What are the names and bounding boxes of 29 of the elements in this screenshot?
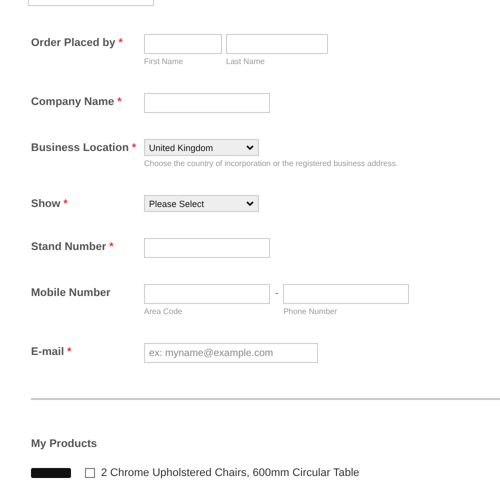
dropdown[interactable]: United Kingdom [144,139,259,156]
checkbox[interactable] [85,468,95,478]
photo-placeholder [31,468,71,478]
field-hint: Choose the country of incorporation or the registered business address. [144,158,398,169]
product-name: 2 Chrome Upholstered Chairs, 600mm Circular Table [101,467,360,479]
text-field[interactable] [283,284,410,304]
text-field[interactable] [144,34,222,54]
field-label: Company Name * [31,95,122,110]
field-label: E-mail * [31,345,72,360]
text-field[interactable] [144,284,270,304]
field-label: Stand Number * [31,240,115,255]
field-sublabel: Phone Number [283,306,338,317]
field-label: Mobile Number [31,286,112,301]
field-label: Show * [31,197,69,212]
field-label: Business Location * [31,141,138,156]
dropdown[interactable]: Please Select [144,195,259,212]
dash-separator: - [274,287,280,299]
text-field[interactable] [28,0,154,6]
field-sublabel: Area Code [144,306,184,317]
text-field[interactable] [144,93,270,113]
field-sublabel: First Name [144,56,184,67]
field-label: Order Placed by * [31,36,124,51]
field-sublabel: Last Name [226,56,266,67]
chevron-down-icon [246,144,254,150]
section-title: My Products [31,438,98,450]
text-field[interactable] [144,238,270,258]
text-field[interactable] [226,34,328,54]
chevron-down-icon [246,200,254,206]
text-field[interactable]: ex: myname@example.com [144,343,318,363]
